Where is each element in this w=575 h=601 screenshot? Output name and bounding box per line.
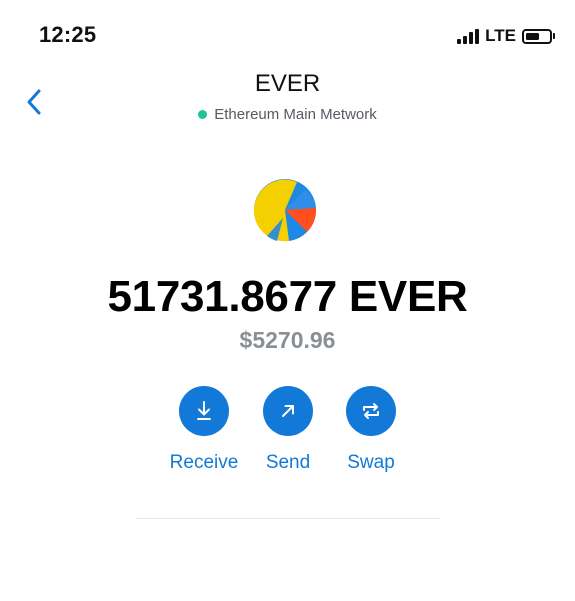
status-time: 12:25 xyxy=(39,22,97,47)
network-status-dot xyxy=(198,110,208,119)
swap-icon-circle xyxy=(346,386,396,436)
swap-button[interactable]: Swap xyxy=(326,386,416,474)
fiat-balance: $5270.96 xyxy=(239,327,336,353)
status-indicators: LTE xyxy=(457,26,555,46)
send-label: Send xyxy=(265,452,311,473)
pie-chart-logo xyxy=(253,179,317,242)
page-title: EVER xyxy=(254,70,321,97)
arrow-down-to-line-icon xyxy=(197,401,211,420)
network-indicator[interactable]: Ethereum Main Metwork xyxy=(0,106,575,123)
network-name: Ethereum Main Metwork xyxy=(214,106,377,123)
arrow-up-right-icon xyxy=(282,405,294,417)
receive-icon-circle xyxy=(179,386,229,436)
divider xyxy=(136,518,440,519)
network-type: LTE xyxy=(485,26,516,45)
token-balance: 51731.8677 EVER xyxy=(107,272,468,321)
send-button[interactable]: Send xyxy=(243,386,333,474)
signal-icon xyxy=(457,28,480,44)
battery-icon xyxy=(522,28,555,44)
swap-arrows-icon xyxy=(363,403,379,419)
swap-label: Swap xyxy=(347,452,395,473)
receive-label: Receive xyxy=(169,452,239,473)
token-logo xyxy=(253,178,317,242)
send-icon-circle xyxy=(263,386,313,436)
receive-button[interactable]: Receive xyxy=(159,386,249,474)
